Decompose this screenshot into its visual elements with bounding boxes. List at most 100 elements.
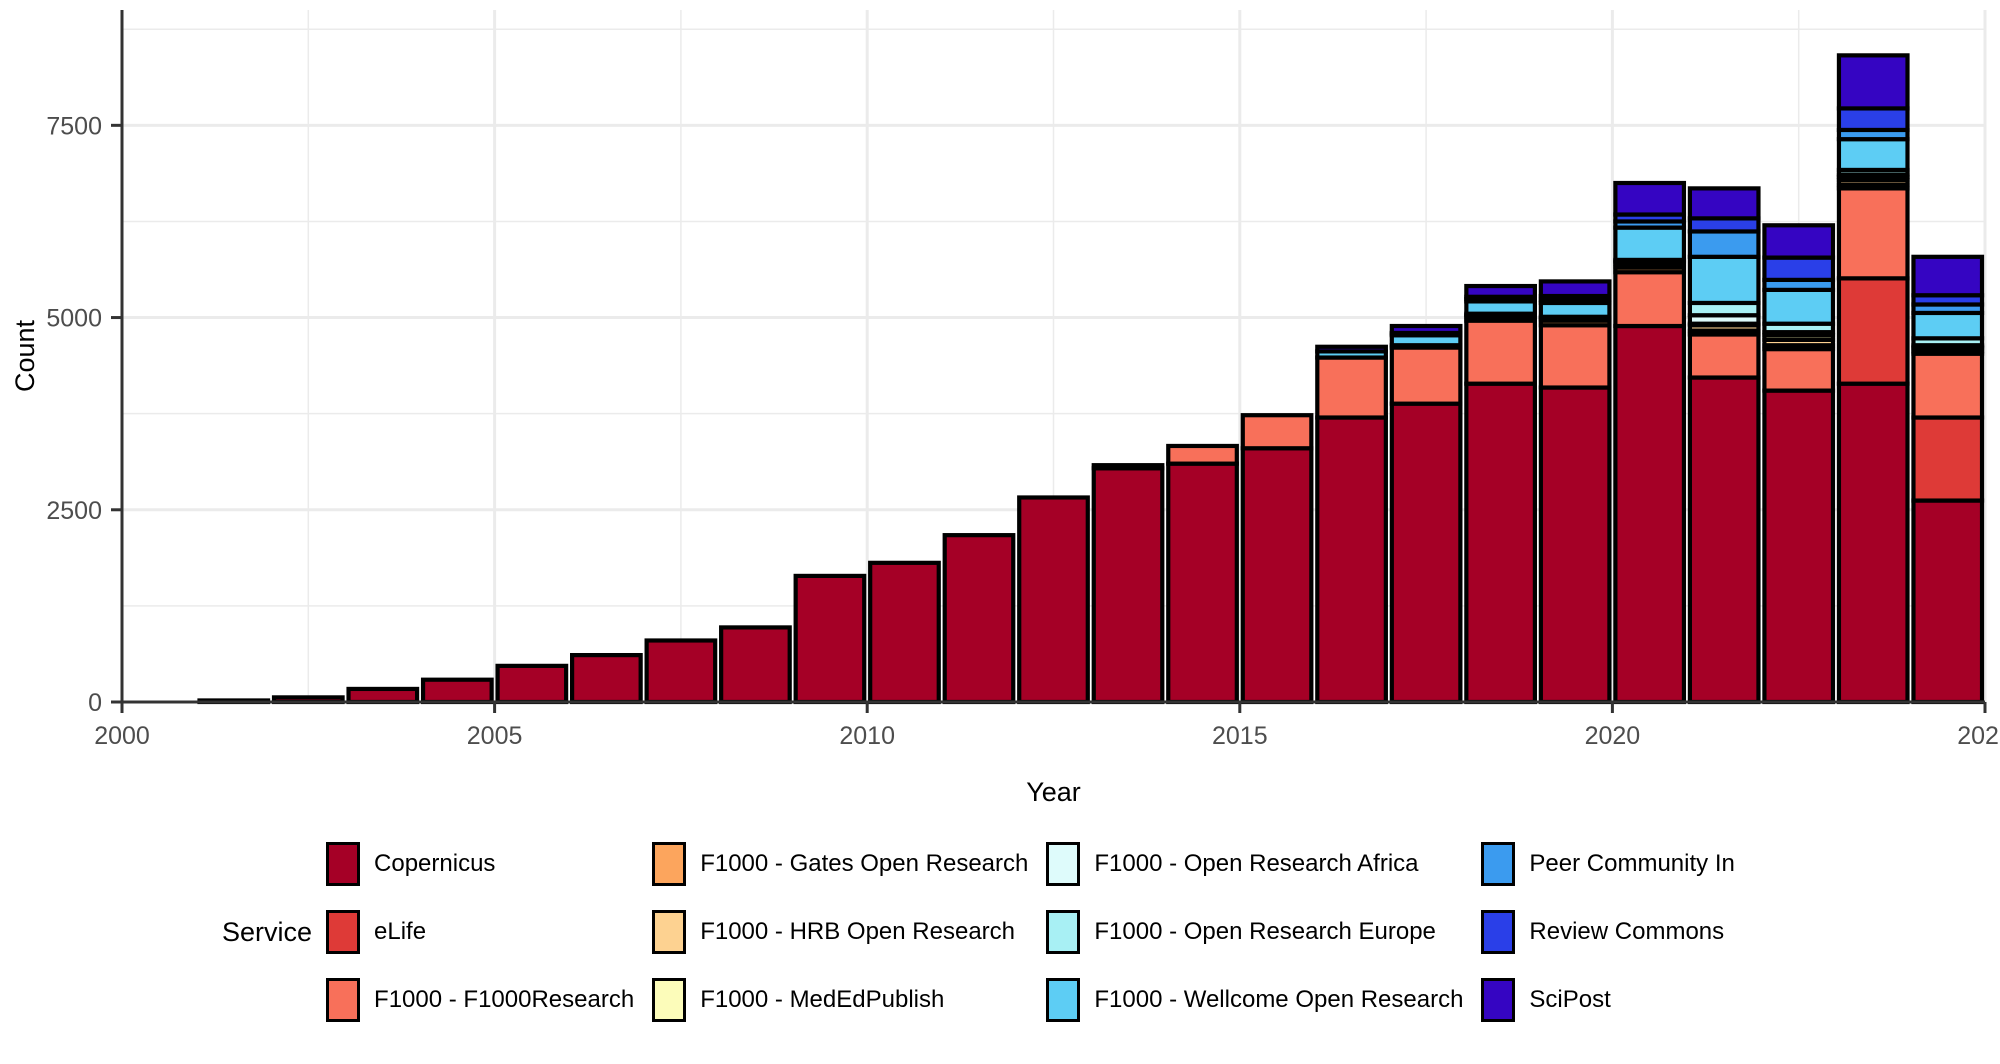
legend-item[interactable]: F1000 - F1000Research <box>326 966 634 1034</box>
bar-segment <box>1687 254 1761 306</box>
legend-color-swatch <box>326 978 361 1022</box>
bar-stack <box>1389 323 1463 705</box>
x-tick-label: 2010 <box>839 722 895 750</box>
bar-segment <box>942 533 1016 705</box>
legend-color-swatch <box>1046 910 1081 954</box>
bar-stack <box>793 573 867 705</box>
bar-segment <box>1762 223 1836 260</box>
bar-stack <box>1166 443 1239 705</box>
bar-stack <box>1836 53 1910 705</box>
legend-color-swatch <box>1481 910 1516 954</box>
legend-item-label: Peer Community In <box>1529 850 1735 877</box>
bar-segment <box>868 560 941 705</box>
legend-columns: Copernicus eLife F1000 - F1000Research F100… <box>326 830 1753 1034</box>
legend-item-label: SciPost <box>1529 986 1611 1013</box>
legend-color-swatch <box>1046 842 1081 886</box>
bar-stack <box>1613 180 1687 705</box>
bar-segment <box>1613 323 1687 705</box>
bar-stack <box>1762 223 1836 705</box>
bar-segment <box>1836 276 1910 386</box>
bar-segment <box>1911 351 1985 420</box>
legend-item[interactable]: Review Commons <box>1481 898 1734 966</box>
legend-item-label: F1000 - Wellcome Open Research <box>1094 986 1464 1013</box>
y-tick-label: 5000 <box>46 305 102 333</box>
legend-item-label: F1000 - Gates Open Research <box>700 850 1029 877</box>
bar-segment <box>1687 332 1761 380</box>
bar-stack <box>1240 413 1314 705</box>
legend-item-label: eLife <box>374 918 427 945</box>
bar-segment <box>1836 381 1910 705</box>
bar-stack <box>1464 283 1537 705</box>
bar-segment <box>1389 323 1463 336</box>
x-tick-label: 2000 <box>94 722 150 750</box>
bar-segment <box>1836 137 1910 173</box>
chart-legend: Service Copernicus eLife F1000 - F1000Rese… <box>0 830 2000 1064</box>
bar-stack <box>346 686 420 705</box>
bar-stack <box>495 663 569 705</box>
y-tick-label: 0 <box>88 689 102 717</box>
legend-column: F1000 - Gates Open Research F1000 - HRB O… <box>652 830 1028 1034</box>
legend-item[interactable]: F1000 - Gates Open Research <box>652 830 1028 898</box>
x-axis-title: Year <box>1026 777 1081 807</box>
bar-segment <box>1389 401 1463 705</box>
bar-segment <box>719 625 792 705</box>
legend-item[interactable]: F1000 - Open Research Europe <box>1046 898 1463 966</box>
legend-item-label: F1000 - MedEdPublish <box>700 986 945 1013</box>
legend-item[interactable]: eLife <box>326 898 634 966</box>
legend-item[interactable]: F1000 - Open Research Africa <box>1046 830 1463 898</box>
x-tick-label: 2015 <box>1212 722 1268 750</box>
legend-item-label: F1000 - Open Research Africa <box>1094 850 1419 877</box>
bar-stack <box>1687 186 1761 705</box>
legend-item[interactable]: Peer Community In <box>1481 830 1735 898</box>
bar-segment <box>1538 323 1612 390</box>
bar-stack <box>1911 254 1985 705</box>
legend-color-swatch <box>326 842 361 886</box>
bar-segment <box>570 652 643 705</box>
bar-segment <box>644 638 718 705</box>
legend-item-label: F1000 - F1000Research <box>374 986 635 1013</box>
bar-segment <box>1762 287 1836 326</box>
bar-segment <box>1911 310 1985 341</box>
bar-segment <box>495 663 569 705</box>
legend-item[interactable]: F1000 - MedEdPublish <box>652 966 1028 1034</box>
bar-segment <box>1836 106 1910 133</box>
bar-segment <box>1091 466 1165 705</box>
legend-title: Service <box>222 916 313 947</box>
legend-item[interactable]: F1000 - HRB Open Research <box>652 898 1028 966</box>
bar-segment <box>1091 463 1165 471</box>
bar-segment <box>1464 318 1537 386</box>
bar-stack <box>644 638 718 705</box>
bar-stack <box>1017 495 1090 705</box>
bar-stack <box>420 677 494 705</box>
bar-segment <box>1836 186 1910 281</box>
bar-segment <box>1911 415 1985 503</box>
bar-stack <box>1538 279 1612 705</box>
plot-area: 0 2500 5000 7500 2000 2005 2010 2015 2020 2025 Yea… <box>10 10 2000 807</box>
bar-segment <box>1315 344 1388 354</box>
bar-segment <box>1464 381 1537 705</box>
bar-stack <box>570 652 643 705</box>
bar-stack <box>1315 344 1388 705</box>
legend-column: Peer Community In Review Commons SciPost <box>1481 830 1735 1034</box>
bar-segment <box>1240 413 1314 451</box>
legend-color-swatch <box>652 842 687 886</box>
bar-segment <box>1762 255 1836 282</box>
bar-segment <box>1613 225 1687 262</box>
legend-column: F1000 - Open Research Africa F1000 - Open… <box>1046 830 1463 1034</box>
bar-segment <box>1687 229 1761 259</box>
legend-item-label: F1000 - Open Research Europe <box>1094 918 1436 945</box>
bar-segment <box>1315 355 1388 420</box>
legend-item[interactable]: Copernicus <box>326 830 634 898</box>
bar-segment <box>1389 345 1463 406</box>
bar-stack <box>719 625 792 705</box>
bar-segment <box>1613 180 1687 217</box>
legend-item[interactable]: F1000 - Wellcome Open Research <box>1046 966 1463 1034</box>
x-tick-label: 2020 <box>1585 722 1641 750</box>
legend-item-label: Review Commons <box>1529 918 1725 945</box>
x-tick-label: 2025 <box>1957 722 2000 750</box>
legend-color-swatch <box>652 978 687 1022</box>
stacked-bar-chart: 0 2500 5000 7500 2000 2005 2010 2015 2020 2025 Yea… <box>0 0 2000 1064</box>
x-tick-label: 2005 <box>467 722 523 750</box>
legend-item[interactable]: SciPost <box>1481 966 1734 1034</box>
bar-segment <box>420 677 494 705</box>
